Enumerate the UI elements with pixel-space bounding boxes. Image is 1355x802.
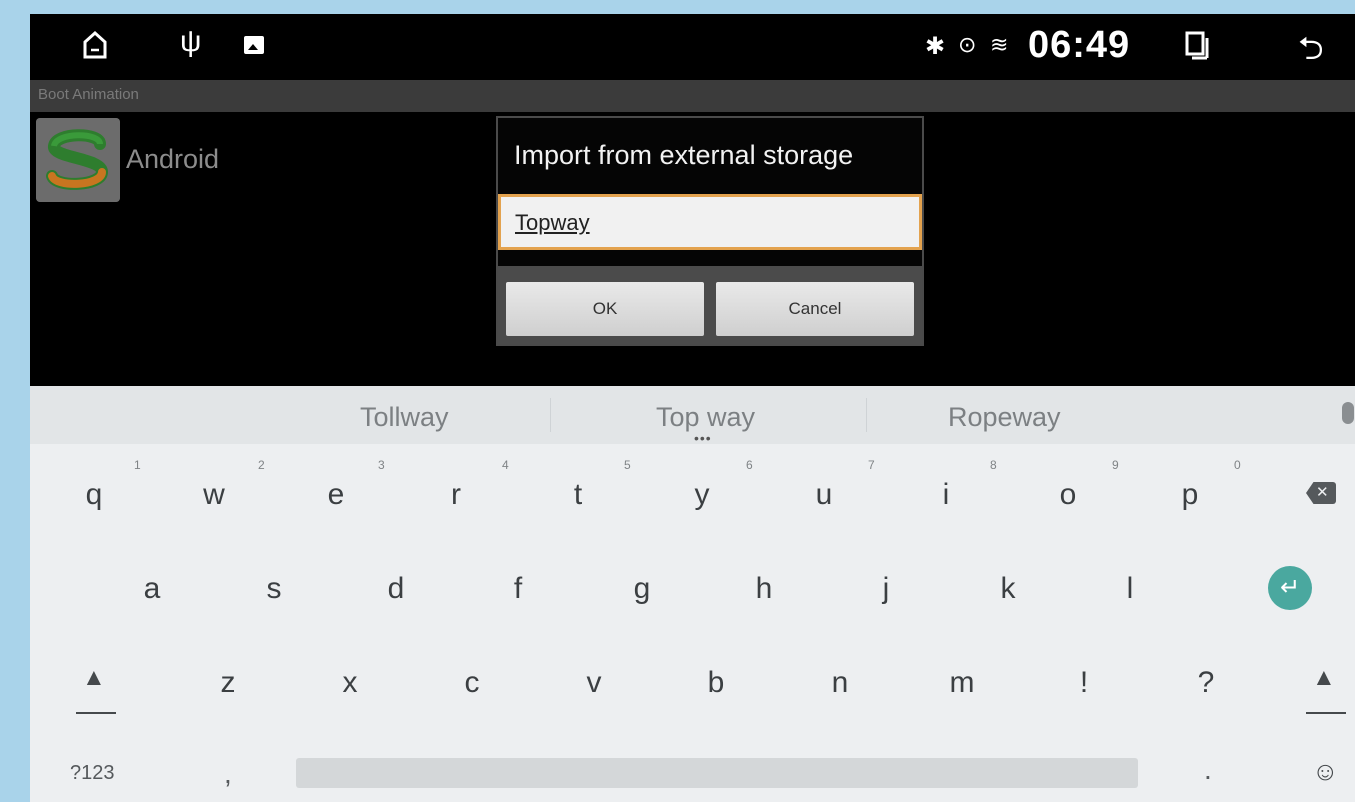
key-f[interactable]: f [488, 572, 548, 606]
key-d[interactable]: d [366, 572, 426, 606]
dialog-button-bar: OK Cancel [498, 266, 922, 344]
shift-underline [1306, 712, 1346, 714]
key-hint: 5 [624, 458, 631, 472]
key-x[interactable]: x [320, 666, 380, 700]
clock-time: 06:49 [1028, 24, 1131, 66]
key-w[interactable]: w [184, 478, 244, 512]
key-k[interactable]: k [978, 572, 1038, 606]
key-hint: 0 [1234, 458, 1241, 472]
gallery-icon [244, 36, 264, 54]
ok-button[interactable]: OK [506, 282, 704, 336]
more-suggestions-indicator: ••• [694, 430, 712, 446]
key-n[interactable]: n [810, 666, 870, 700]
key-b[interactable]: b [686, 666, 746, 700]
dialog-title: Import from external storage [514, 140, 854, 170]
comma-key[interactable]: , [224, 758, 232, 790]
enter-icon[interactable]: ↵ [1268, 566, 1312, 610]
app-bar-title: Boot Animation [38, 86, 139, 103]
period-key[interactable]: . [1204, 754, 1212, 786]
wifi-icon: ≋ [990, 32, 1009, 57]
shift-icon[interactable]: ▲ [1312, 664, 1336, 692]
bluetooth-icon: ✱ [925, 33, 946, 60]
key-s[interactable]: s [244, 572, 304, 606]
device-screen: ψ ✱ ⊙ ≋ 06:49 ⮌ Boot Animation Android I… [30, 14, 1355, 802]
key-z[interactable]: z [198, 666, 258, 700]
key-question[interactable]: ? [1176, 666, 1236, 700]
key-y[interactable]: y [672, 478, 732, 512]
app-list-item-label[interactable]: Android [126, 144, 219, 175]
soft-keyboard: Tollway Top way ••• Ropeway q 1 w 2 e 3 … [30, 386, 1355, 802]
key-g[interactable]: g [612, 572, 672, 606]
key-j[interactable]: j [856, 572, 916, 606]
space-bar[interactable] [296, 758, 1138, 788]
suggestion-divider [866, 398, 867, 432]
location-icon: ⊙ [958, 32, 977, 57]
key-l[interactable]: l [1100, 572, 1160, 606]
cancel-button[interactable]: Cancel [716, 282, 914, 336]
key-hint: 1 [134, 458, 141, 472]
home-icon[interactable] [82, 30, 108, 60]
key-i[interactable]: i [916, 478, 976, 512]
back-icon[interactable]: ⮌ [1298, 26, 1324, 80]
key-a[interactable]: a [122, 572, 182, 606]
suggestion-2[interactable]: Top way [656, 402, 755, 433]
key-hint: 7 [868, 458, 875, 472]
key-h[interactable]: h [734, 572, 794, 606]
key-hint: 2 [258, 458, 265, 472]
suggestion-1[interactable]: Tollway [360, 402, 449, 433]
key-q[interactable]: q [64, 478, 124, 512]
key-e[interactable]: e [306, 478, 366, 512]
suggestion-bar: Tollway Top way ••• Ropeway [30, 386, 1355, 446]
key-hint: 4 [502, 458, 509, 472]
status-bar: ψ ✱ ⊙ ≋ 06:49 ⮌ [30, 14, 1355, 80]
import-dialog: Import from external storage Topway OK C… [496, 116, 924, 346]
key-v[interactable]: v [564, 666, 624, 700]
key-hint: 8 [990, 458, 997, 472]
emoji-icon[interactable]: ☺ [1312, 756, 1339, 787]
key-hint: 6 [746, 458, 753, 472]
key-o[interactable]: o [1038, 478, 1098, 512]
shift-underline [76, 712, 116, 714]
key-r[interactable]: r [426, 478, 486, 512]
key-hint: 3 [378, 458, 385, 472]
key-t[interactable]: t [548, 478, 608, 512]
backspace-icon[interactable] [1306, 482, 1336, 504]
usb-icon: ψ [180, 25, 202, 58]
filename-input[interactable]: Topway [498, 194, 922, 250]
app-bar: Boot Animation [30, 80, 1355, 112]
microphone-icon[interactable] [1342, 402, 1354, 424]
suggestion-3[interactable]: Ropeway [948, 402, 1061, 433]
suggestion-divider [550, 398, 551, 432]
key-c[interactable]: c [442, 666, 502, 700]
symbols-key[interactable]: ?123 [70, 762, 115, 785]
key-m[interactable]: m [932, 666, 992, 700]
app-logo-icon[interactable] [36, 118, 120, 202]
filename-input-value[interactable]: Topway [515, 210, 590, 236]
key-exclamation[interactable]: ! [1054, 666, 1114, 700]
key-p[interactable]: p [1160, 478, 1220, 512]
key-hint: 9 [1112, 458, 1119, 472]
shift-icon[interactable]: ▲ [82, 664, 106, 692]
recents-icon[interactable] [1184, 30, 1210, 60]
key-u[interactable]: u [794, 478, 854, 512]
